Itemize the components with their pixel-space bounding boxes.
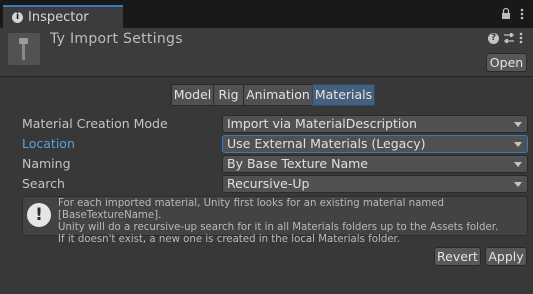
search-value: Recursive-Up [227,176,310,191]
inspector-tab-label: Inspector [28,10,89,25]
chevron-down-icon [514,142,522,147]
location-label: Location [22,136,75,151]
model-asset-icon [19,38,28,60]
apply-button[interactable]: Apply [485,247,527,266]
info-icon: i [12,12,23,23]
info-help-box: ! For each imported material, Unity firs… [22,196,528,245]
material-creation-mode-row: Material Creation Mode Import via Materi… [22,115,528,133]
location-value: Use External Materials (Legacy) [227,136,426,151]
exclamation-icon: ! [27,203,51,227]
help-message: For each imported material, Unity first … [58,198,499,245]
tab-model[interactable]: Model [171,84,214,106]
location-row: Location Use External Materials (Legacy) [22,135,528,153]
import-settings-tabs: Model Rig Animation Materials [171,84,375,106]
help-icon[interactable]: ? [488,33,499,44]
material-creation-mode-value: Import via MaterialDescription [227,116,417,131]
naming-row: Naming By Base Texture Name [22,155,528,173]
window-tab-bar: i Inspector [0,0,533,28]
search-label: Search [22,176,65,191]
naming-dropdown[interactable]: By Base Texture Name [222,155,528,173]
component-menu-icon[interactable] [519,32,523,44]
material-creation-mode-label: Material Creation Mode [22,116,168,131]
location-dropdown[interactable]: Use External Materials (Legacy) [222,135,528,153]
presets-icon[interactable] [503,32,515,44]
chevron-down-icon [514,162,522,167]
tab-materials[interactable]: Materials [312,84,375,106]
asset-title: Ty Import Settings [50,31,183,47]
chevron-down-icon [514,122,522,127]
tab-animation[interactable]: Animation [243,84,313,106]
search-dropdown[interactable]: Recursive-Up [222,175,528,193]
search-row: Search Recursive-Up [22,175,528,193]
revert-button[interactable]: Revert [434,247,481,266]
open-button[interactable]: Open [486,53,527,72]
lock-icon[interactable] [501,7,511,20]
inspector-header: Ty Import Settings ? Open [0,28,533,77]
inspector-tab[interactable]: i Inspector [3,5,123,28]
material-creation-mode-dropdown[interactable]: Import via MaterialDescription [222,115,528,133]
window-menu-icon[interactable] [520,8,524,20]
tab-rig[interactable]: Rig [213,84,244,106]
naming-label: Naming [22,156,71,171]
naming-value: By Base Texture Name [227,156,368,171]
asset-thumbnail [8,33,40,65]
chevron-down-icon [514,182,522,187]
